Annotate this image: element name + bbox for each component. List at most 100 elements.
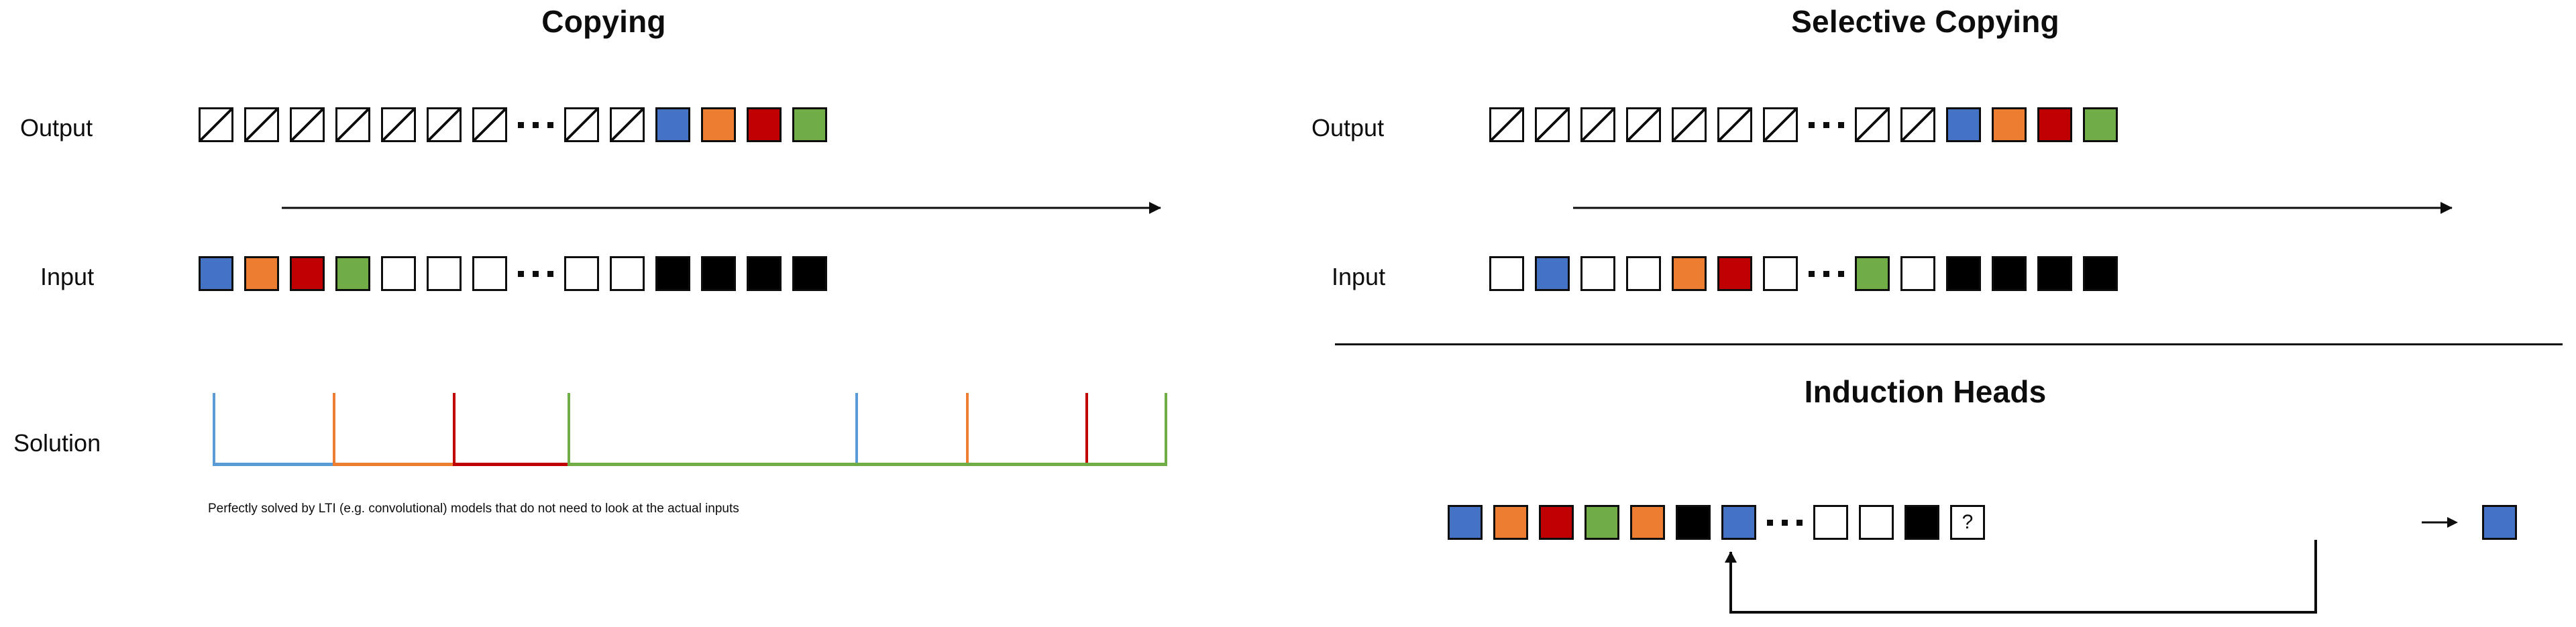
copying-input-cell-8 [564,256,599,291]
copying-output-cell-4 [335,107,370,142]
panel-title-selective-copying: Selective Copying [1791,4,2059,39]
ellipsis-dot [533,270,539,277]
solution-baseline-orange [332,463,453,466]
selective-output-cell-9 [1900,107,1935,142]
selective-input-cell-9 [1900,256,1935,291]
copying-output-cell-11 [701,107,736,142]
selective-output-cell-2 [1535,107,1570,142]
selective-output-strip [1489,107,2118,142]
copying-time-arrow-icon [282,201,1161,215]
copying-input-cell-4 [335,256,370,291]
solution-spike-green-2 [1165,393,1167,466]
copying-output-strip [199,107,827,142]
copying-output-cell-2 [244,107,279,142]
induction-lookback-connector-icon [1725,540,2317,614]
induction-cell-5 [1630,505,1665,540]
ellipsis-dot [547,121,553,128]
selective-input-cell-13 [2083,256,2118,291]
induction-cell-2 [1493,505,1528,540]
solution-spike-red-2 [1085,393,1089,466]
induction-cell-4 [1585,505,1619,540]
solution-baseline-blue [213,463,333,466]
solution-baseline-red [452,463,568,466]
induction-prediction-arrow-icon [2422,516,2459,529]
selective-input-cell-3 [1580,256,1615,291]
selective-output-ellipsis-icon [1809,121,1844,128]
connector-vertical-left [1725,551,1737,614]
copying-output-label: Output [20,114,93,141]
selective-input-cell-4 [1626,256,1661,291]
ellipsis-dot [1823,121,1829,128]
copying-output-cell-8 [564,107,599,142]
copying-input-strip [199,256,827,291]
selective-input-cell-6 [1717,256,1752,291]
solution-baseline-green [568,463,1167,466]
induction-cell-7-match [1721,505,1756,540]
induction-cell-10 [1904,505,1939,540]
ellipsis-dot [1796,519,1803,526]
copying-output-cell-12 [747,107,782,142]
copying-input-cell-12 [747,256,782,291]
induction-cell-9 [1859,505,1894,540]
induction-prediction-strip [2482,505,2517,540]
selective-output-cell-8 [1855,107,1890,142]
copying-input-cell-6 [427,256,462,291]
copying-output-cell-13 [792,107,827,142]
copying-input-cell-9 [610,256,645,291]
arrow-head [1149,202,1161,214]
selective-output-cell-6 [1717,107,1752,142]
selective-output-cell-5 [1672,107,1707,142]
selective-output-cell-10 [1946,107,1981,142]
panel-divider [1335,343,2563,345]
copying-output-cell-5 [381,107,416,142]
copying-output-cell-10 [655,107,690,142]
panel-title-induction-heads: Induction Heads [1804,374,2047,409]
induction-prediction-cell [2482,505,2517,540]
copying-output-cell-9 [610,107,645,142]
ellipsis-dot [1809,121,1815,128]
ellipsis-dot [1838,270,1844,277]
panel-title-copying: Copying [541,4,666,39]
ellipsis-dot [1809,270,1815,277]
arrow-shaft [1573,207,2452,209]
selective-input-cell-2 [1535,256,1570,291]
ellipsis-dot [518,121,524,128]
solution-spike-orange-1 [332,393,335,466]
connector-horizontal [1729,611,2317,614]
selective-output-cell-11 [1992,107,2027,142]
induction-cell-8 [1813,505,1848,540]
copying-input-cell-13 [792,256,827,291]
selective-input-cell-12 [2037,256,2072,291]
copying-input-label: Input [40,263,95,290]
arrow-head [2447,517,2458,528]
connector-arrow-head [1725,551,1737,563]
selective-output-cell-12 [2037,107,2072,142]
copying-solution-label: Solution [13,429,101,457]
copying-input-cell-3 [290,256,325,291]
induction-ellipsis-icon [1767,519,1803,526]
selective-output-cell-4 [1626,107,1661,142]
solution-spike-green-1 [568,393,571,466]
copying-input-cell-2 [244,256,279,291]
selective-input-cell-5 [1672,256,1707,291]
selective-input-cell-1 [1489,256,1524,291]
selective-input-label: Input [1332,263,1386,290]
selective-output-cell-13 [2083,107,2118,142]
ellipsis-dot [1767,519,1773,526]
copying-input-cell-1 [199,256,233,291]
solution-caption: Perfectly solved by LTI (e.g. convolutio… [208,502,739,516]
induction-cell-6 [1676,505,1711,540]
induction-sequence-strip: ? [1448,505,1985,540]
selective-input-ellipsis-icon [1809,270,1844,277]
solution-spike-blue-1 [213,393,216,466]
copying-output-cell-6 [427,107,462,142]
ellipsis-dot [518,270,524,277]
copying-input-cell-5 [381,256,416,291]
ellipsis-dot [1838,121,1844,128]
copying-input-ellipsis-icon [518,270,553,277]
solution-spike-red-1 [452,393,455,466]
copying-output-cell-7 [472,107,507,142]
selective-output-cell-3 [1580,107,1615,142]
connector-vertical-right [2314,540,2317,614]
arrow-shaft [282,207,1161,209]
